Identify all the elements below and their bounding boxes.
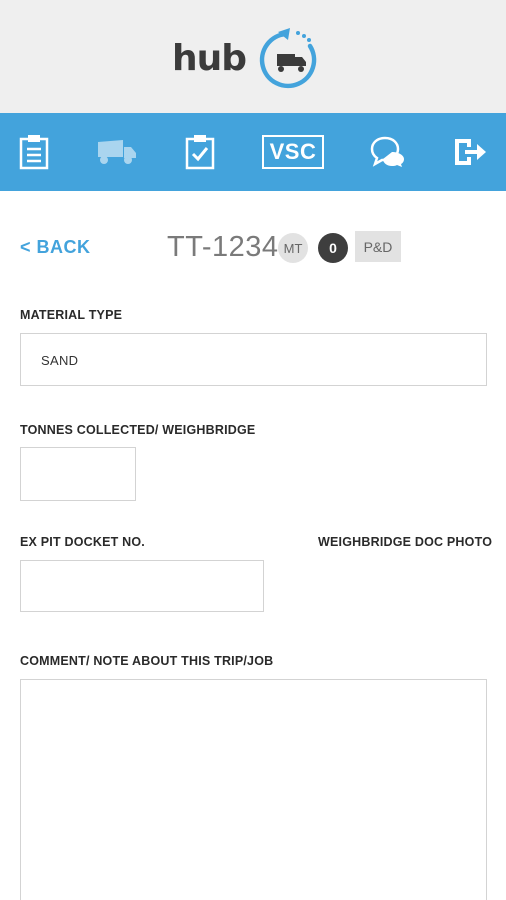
nav-vsc[interactable]: VSC <box>256 113 330 191</box>
nav-checklist[interactable] <box>170 113 230 191</box>
nav-job-sheet[interactable] <box>4 113 64 191</box>
count-badge: 0 <box>318 233 348 263</box>
truck-icon <box>98 140 136 164</box>
pd-badge: P&D <box>355 231 401 262</box>
app-header: hub <box>0 0 506 113</box>
material-type-label: MATERIAL TYPE <box>20 308 123 322</box>
comment-textarea[interactable] <box>20 679 487 900</box>
back-button[interactable]: < BACK <box>20 237 91 258</box>
tonnes-input[interactable] <box>20 447 136 501</box>
exit-icon <box>455 139 486 165</box>
main-nav-bar: VSC <box>0 113 506 191</box>
logo-text: hub <box>172 38 247 79</box>
nav-truck[interactable] <box>87 113 147 191</box>
material-type-value: SAND <box>41 353 79 368</box>
docket-input[interactable] <box>20 560 264 612</box>
tonnes-label: TONNES COLLECTED/ WEIGHBRIDGE <box>20 423 256 437</box>
docket-label: EX PIT DOCKET NO. <box>20 535 145 549</box>
weighbridge-photo-label: WEIGHBRIDGE DOC PHOTO <box>318 535 493 549</box>
vsc-label: VSC <box>261 135 325 169</box>
material-type-field[interactable]: SAND <box>20 333 487 386</box>
nav-messages[interactable] <box>358 113 418 191</box>
vehicle-plate: TT-1234 <box>167 231 279 263</box>
logo-truck-icon <box>259 28 317 89</box>
trip-header: < BACK TT-1234 MT 0 P&D <box>0 222 506 274</box>
chat-icon <box>370 136 404 167</box>
comment-label: COMMENT/ NOTE ABOUT THIS TRIP/JOB <box>20 654 274 668</box>
mt-badge: MT <box>278 233 308 263</box>
nav-logout[interactable] <box>440 113 500 191</box>
clipboard-icon <box>19 135 49 170</box>
checklist-icon <box>185 135 215 170</box>
hub-logo: hub <box>172 24 328 94</box>
